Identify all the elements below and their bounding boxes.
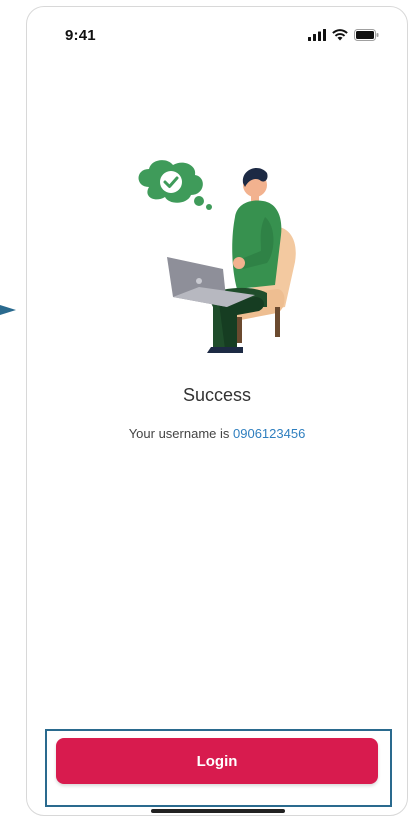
- page-title: Success: [182, 385, 252, 405]
- person: [207, 168, 282, 353]
- login-button[interactable]: Login: [56, 738, 378, 784]
- checkmark-icon: [160, 171, 182, 193]
- battery-icon: [354, 29, 379, 41]
- canvas: 9:41 Success Your username is 0906123456…: [0, 0, 416, 819]
- signal-icon: [308, 29, 326, 41]
- status-bar: 9:41: [27, 7, 407, 57]
- username-message: Your username is 0906123456: [27, 426, 407, 441]
- status-icons: [308, 29, 379, 41]
- success-person-illustration: [138, 160, 296, 353]
- username-value: 0906123456: [233, 426, 306, 441]
- phone-screen: 9:41 Success Your username is 0906123456…: [26, 6, 408, 816]
- home-indicator: [151, 809, 285, 813]
- wifi-icon: [332, 29, 348, 41]
- username-message-label: Your username is: [128, 426, 233, 441]
- status-time: 9:41: [65, 27, 96, 44]
- annotation-arrow-icon: [0, 305, 16, 315]
